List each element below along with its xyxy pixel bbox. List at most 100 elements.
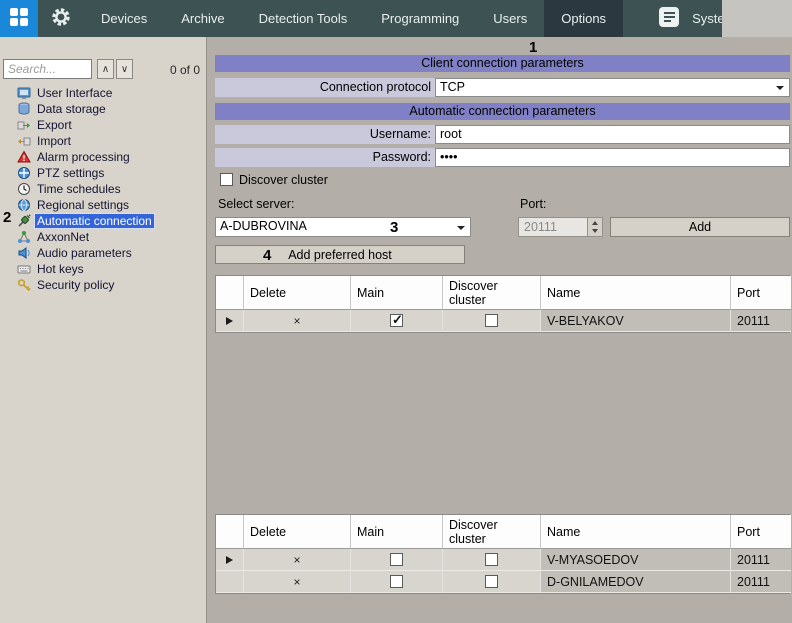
- alarm-icon: [17, 150, 31, 164]
- column-header-port[interactable]: Port: [731, 276, 791, 310]
- discover-cluster-checkbox[interactable]: [220, 173, 233, 186]
- spin-down-button[interactable]: [588, 227, 602, 236]
- sidebar-item-ptz-settings[interactable]: PTZ settings: [0, 165, 207, 181]
- sidebar-item-label: Hot keys: [35, 262, 86, 276]
- username-row: Username: root: [215, 125, 790, 144]
- port-cell: 20111: [731, 310, 791, 332]
- table-row[interactable]: × V-BELYAKOV 20111: [216, 310, 789, 332]
- delete-cell[interactable]: ×: [244, 571, 351, 593]
- column-header-name[interactable]: Name: [541, 276, 731, 310]
- search-match-count: 0 of 0: [170, 63, 200, 77]
- sidebar-item-label: Automatic connection: [35, 214, 154, 228]
- username-field[interactable]: root: [435, 125, 790, 144]
- add-button[interactable]: Add: [610, 217, 790, 237]
- sidebar-item-hot-keys[interactable]: Hot keys: [0, 261, 207, 277]
- discover-cluster-cell[interactable]: [443, 310, 541, 332]
- top-toolbar: Devices Archive Detection Tools Programm…: [0, 0, 792, 37]
- row-selector-icon: [226, 317, 237, 325]
- column-header-port[interactable]: Port: [731, 515, 791, 549]
- main-cell[interactable]: [351, 571, 443, 593]
- column-header-discover-cluster[interactable]: Discover cluster: [443, 276, 541, 310]
- tab-devices[interactable]: Devices: [84, 0, 164, 37]
- sidebar-item-axxonnet[interactable]: AxxonNet: [0, 229, 207, 245]
- settings-gear-button[interactable]: [38, 0, 84, 37]
- sidebar-item-time-schedules[interactable]: Time schedules: [0, 181, 207, 197]
- sidebar-item-security-policy[interactable]: Security policy: [0, 277, 207, 293]
- sidebar-item-regional-settings[interactable]: Regional settings: [0, 197, 207, 213]
- column-header-delete[interactable]: Delete: [244, 276, 351, 310]
- main-checkbox[interactable]: [390, 553, 403, 566]
- delete-x-icon: ×: [293, 575, 300, 589]
- sidebar-item-label: Export: [35, 118, 74, 132]
- discover-cluster-label: Discover cluster: [239, 173, 328, 187]
- search-input[interactable]: [3, 59, 92, 79]
- tab-archive[interactable]: Archive: [164, 0, 241, 37]
- next-match-button[interactable]: ∨: [116, 59, 133, 79]
- add-preferred-host-button[interactable]: Add preferred host: [215, 245, 465, 264]
- row-selector-cell[interactable]: [216, 310, 244, 332]
- sidebar-item-alarm-processing[interactable]: Alarm processing: [0, 149, 207, 165]
- sidebar-item-user-interface[interactable]: User Interface: [0, 85, 207, 101]
- select-server-label: Select server:: [218, 197, 294, 211]
- sidebar-item-label: Regional settings: [35, 198, 131, 212]
- discover-cluster-checkbox[interactable]: [485, 553, 498, 566]
- sidebar-item-import[interactable]: Import: [0, 133, 207, 149]
- table-row[interactable]: × D-GNILAMEDOV 20111: [216, 571, 789, 593]
- discover-cluster-checkbox[interactable]: [485, 575, 498, 588]
- delete-cell[interactable]: ×: [244, 549, 351, 571]
- row-selector-cell[interactable]: [216, 571, 244, 593]
- previous-match-button[interactable]: ∧: [97, 59, 114, 79]
- sidebar-item-audio-parameters[interactable]: Audio parameters: [0, 245, 207, 261]
- select-server-dropdown[interactable]: A-DUBROVINA: [215, 217, 471, 237]
- column-header-main[interactable]: Main: [351, 276, 443, 310]
- delete-cell[interactable]: ×: [244, 310, 351, 332]
- column-header-selector[interactable]: [216, 515, 244, 549]
- row-selector-cell[interactable]: [216, 549, 244, 571]
- spin-up-button[interactable]: [588, 218, 602, 227]
- port-cell: 20111: [731, 549, 791, 571]
- column-header-name[interactable]: Name: [541, 515, 731, 549]
- tab-users[interactable]: Users: [476, 0, 544, 37]
- sidebar-item-label: Import: [35, 134, 73, 148]
- sidebar-item-label: Security policy: [35, 278, 116, 292]
- main-cell[interactable]: [351, 549, 443, 571]
- main-cell[interactable]: [351, 310, 443, 332]
- system-log-icon: [657, 5, 681, 32]
- username-label: Username:: [215, 125, 431, 144]
- password-field[interactable]: ••••: [435, 148, 790, 167]
- annotation-4: 4: [263, 247, 271, 264]
- discover-cluster-cell[interactable]: [443, 571, 541, 593]
- main-checkbox[interactable]: [390, 314, 403, 327]
- port-label: Port:: [520, 197, 546, 211]
- database-icon: [17, 102, 31, 116]
- sidebar-item-label: User Interface: [35, 86, 114, 100]
- discover-cluster-cell[interactable]: [443, 549, 541, 571]
- sidebar-item-export[interactable]: Export: [0, 117, 207, 133]
- tab-detection-tools[interactable]: Detection Tools: [242, 0, 365, 37]
- discover-cluster-checkbox[interactable]: [485, 314, 498, 327]
- globe-icon: [17, 198, 31, 212]
- password-row: Password: ••••: [215, 148, 790, 167]
- client-connection-section-header: Client connection parameters: [215, 55, 790, 72]
- sidebar-item-data-storage[interactable]: Data storage: [0, 101, 207, 117]
- key-icon: [17, 278, 31, 292]
- table-row[interactable]: × V-MYASOEDOV 20111: [216, 549, 789, 571]
- column-header-discover-cluster[interactable]: Discover cluster: [443, 515, 541, 549]
- tab-options[interactable]: Options: [544, 0, 623, 37]
- annotation-2: 2: [3, 209, 11, 226]
- tab-programming[interactable]: Programming: [364, 0, 476, 37]
- settings-tree: User Interface Data storage Export Impor…: [0, 85, 207, 293]
- connection-plug-icon: [17, 214, 31, 228]
- column-header-delete[interactable]: Delete: [244, 515, 351, 549]
- sidebar-item-automatic-connection[interactable]: Automatic connection: [0, 213, 207, 229]
- port-spinner[interactable]: 20111: [518, 217, 603, 237]
- column-header-main[interactable]: Main: [351, 515, 443, 549]
- sidebar-item-label: Time schedules: [35, 182, 123, 196]
- column-header-selector[interactable]: [216, 276, 244, 310]
- sidebar-item-label: Alarm processing: [35, 150, 132, 164]
- connection-protocol-select[interactable]: TCP: [435, 78, 790, 97]
- main-checkbox[interactable]: [390, 575, 403, 588]
- delete-x-icon: ×: [293, 314, 300, 328]
- monitor-icon: [17, 86, 31, 100]
- apps-grid-button[interactable]: [0, 0, 38, 37]
